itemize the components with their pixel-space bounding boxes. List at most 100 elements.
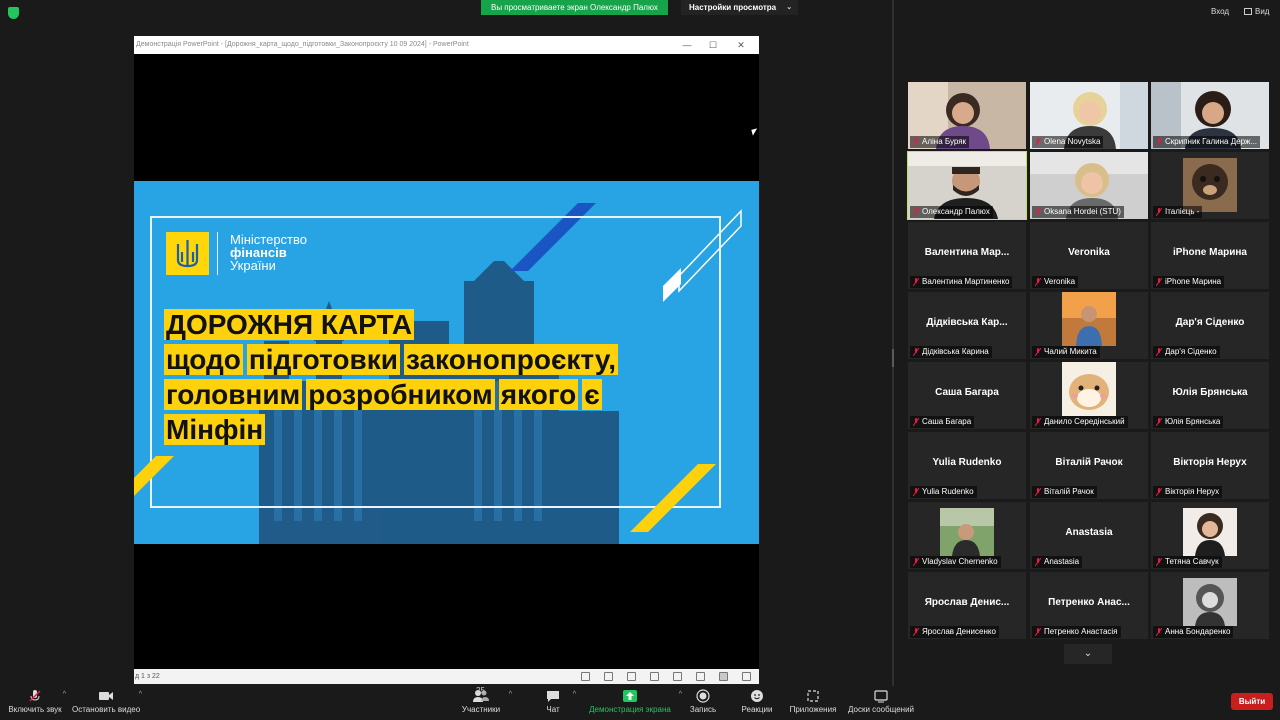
participant-name: Віталій Рачок	[1044, 487, 1094, 496]
participant-tile[interactable]: Veronika Veronika	[1030, 222, 1148, 289]
unmute-label: Включить звук	[8, 705, 62, 714]
chevron-up-icon[interactable]: ^	[573, 691, 576, 698]
participant-name-label: Валентина Мартиненко	[910, 276, 1013, 288]
slide-menu-icon	[604, 672, 613, 681]
participant-name: Аліна Буряк	[922, 137, 967, 146]
participant-display-name: Дар'я Сіденко	[1175, 317, 1245, 328]
participant-name-label: Olena Novytska	[1032, 136, 1104, 148]
participant-tile[interactable]: Дідківська Кар... Дідківська Карина	[908, 292, 1026, 359]
participant-name: Yulia Rudenko	[922, 487, 974, 496]
stop-video-label: Остановить видео	[72, 705, 141, 714]
participant-tile[interactable]: Юлія Брянська Юлія Брянська	[1151, 362, 1269, 429]
participant-name-label: Vladyslav Chernenko	[910, 556, 1001, 568]
participant-tile[interactable]: Анна Бондаренко	[1151, 572, 1269, 639]
record-label: Запись	[689, 705, 717, 714]
participant-tile[interactable]: Yulia Rudenko Yulia Rudenko	[908, 432, 1026, 499]
participant-name-label: Данило Середінський	[1032, 416, 1128, 428]
participant-tile[interactable]: Вікторія Нерух Вікторія Нерух	[1151, 432, 1269, 499]
participant-name: Ярослав Денисенко	[922, 627, 996, 636]
enter-button[interactable]: Вход	[1211, 7, 1229, 16]
participant-display-name: Юлія Брянська	[1172, 387, 1248, 398]
muted-mic-icon	[1035, 418, 1041, 426]
chevron-up-icon[interactable]: ^	[63, 691, 66, 698]
splitter-handle[interactable]	[892, 349, 894, 367]
participant-tile[interactable]: Oksana Hordei (STU)	[1030, 152, 1148, 219]
participant-tile[interactable]: Чалий Микита	[1030, 292, 1148, 359]
participant-tile[interactable]: iPhone Марина iPhone Марина	[1151, 222, 1269, 289]
participant-name: iPhone Марина	[1165, 277, 1222, 286]
chevron-down-icon[interactable]: ⌄	[1064, 644, 1112, 664]
participant-tile[interactable]: Vladyslav Chernenko	[908, 502, 1026, 569]
participant-tile[interactable]: Olena Novytska	[1030, 82, 1148, 149]
whiteboards-label: Доски сообщений	[847, 705, 914, 714]
participant-tile[interactable]: Скрипник Галина Держ...	[1151, 82, 1269, 149]
participant-name: Olena Novytska	[1044, 137, 1101, 146]
presentation-slide: Міністерство фінансів України ДОРОЖНЯ КА…	[134, 181, 759, 544]
participant-name: Італієць -	[1165, 207, 1200, 216]
participant-name-label: Віталій Рачок	[1032, 486, 1097, 498]
slide-counter: д 1 з 22	[135, 673, 160, 680]
participant-tile[interactable]: Валентина Мар... Валентина Мартиненко	[908, 222, 1026, 289]
headline-text: є	[582, 379, 602, 410]
headline-text: підготовки	[246, 344, 400, 375]
headline-text: якого	[498, 379, 579, 410]
participant-tile[interactable]: Ярослав Денис... Ярослав Денисенко	[908, 572, 1026, 639]
whiteboards-button[interactable]: Доски сообщений	[846, 686, 916, 720]
participant-name: Юлія Брянська	[1165, 417, 1221, 426]
participant-name: Скрипник Галина Держ...	[1165, 137, 1258, 146]
participant-tile[interactable]: Anastasia Anastasia	[1030, 502, 1148, 569]
chevron-up-icon[interactable]: ^	[139, 691, 142, 698]
apps-button[interactable]: Приложения	[788, 686, 838, 720]
participant-name: Анна Бондаренко	[1165, 627, 1231, 636]
close-icon: ✕	[737, 40, 745, 50]
ministry-name: Міністерство фінансів України	[230, 233, 307, 272]
normal-view-icon	[696, 672, 705, 681]
participants-button[interactable]: 25 Участники ^	[460, 686, 512, 720]
participant-tile[interactable]: Петренко Анас... Петренко Анастасія	[1030, 572, 1148, 639]
grid-view-icon	[1244, 8, 1252, 15]
muted-mic-icon	[1035, 558, 1041, 566]
muted-mic-icon	[913, 628, 919, 636]
participant-name-label: Anastasia	[1032, 556, 1083, 568]
chat-button[interactable]: Чат ^	[540, 686, 576, 720]
chevron-down-icon: ⌄	[786, 4, 793, 11]
record-button[interactable]: Запись	[688, 686, 718, 720]
participant-name-label: Чалий Микита	[1032, 346, 1100, 358]
muted-mic-icon	[913, 208, 919, 216]
security-shield-icon[interactable]	[8, 7, 19, 19]
reactions-button[interactable]: Реакции	[740, 686, 774, 720]
share-screen-button[interactable]: Демонстрация экрана ^	[588, 686, 682, 720]
panel-splitter[interactable]	[892, 0, 894, 686]
participant-tile[interactable]: Дар'я Сіденко Дар'я Сіденко	[1151, 292, 1269, 359]
unmute-button[interactable]: Включить звук ^	[6, 686, 66, 720]
participant-tile[interactable]: Італієць -	[1151, 152, 1269, 219]
muted-mic-icon	[1156, 208, 1162, 216]
participant-name: Саша Багара	[922, 417, 972, 426]
participant-tile[interactable]: Олександр Палюх	[907, 151, 1027, 220]
chevron-up-icon[interactable]: ^	[509, 691, 512, 698]
participant-name: Вікторія Нерух	[1165, 487, 1220, 496]
participant-display-name: iPhone Марина	[1173, 247, 1247, 258]
stop-video-button[interactable]: Остановить видео ^	[72, 686, 142, 720]
participant-display-name: Ярослав Денис...	[924, 597, 1010, 608]
chevron-up-icon[interactable]: ^	[679, 691, 682, 698]
participant-tile[interactable]: Саша Багара Саша Багара	[908, 362, 1026, 429]
participant-name: Oksana Hordei (STU)	[1044, 207, 1121, 216]
participant-display-name: Віталій Рачок	[1055, 457, 1123, 468]
ministry-name-line3: України	[230, 258, 276, 273]
participant-tile[interactable]: Данило Середінський	[1030, 362, 1148, 429]
view-button-label: Вид	[1255, 7, 1270, 16]
participant-tile[interactable]: Тетяна Савчук	[1151, 502, 1269, 569]
participant-tile[interactable]: Аліна Буряк	[908, 82, 1026, 149]
leave-button[interactable]: Выйти	[1231, 693, 1273, 710]
apps-label: Приложения	[789, 705, 837, 714]
view-options-button[interactable]: Настройки просмотра ⌄	[681, 0, 799, 15]
participant-tile[interactable]: Віталій Рачок Віталій Рачок	[1030, 432, 1148, 499]
muted-mic-icon	[1035, 628, 1041, 636]
powerpoint-status-bar: д 1 з 22	[134, 669, 759, 684]
next-slide-icon	[627, 672, 636, 681]
muted-mic-icon	[1035, 278, 1041, 286]
previous-slide-icon	[581, 672, 590, 681]
view-button[interactable]: Вид	[1244, 7, 1269, 16]
headline-text: щодо	[164, 344, 243, 375]
